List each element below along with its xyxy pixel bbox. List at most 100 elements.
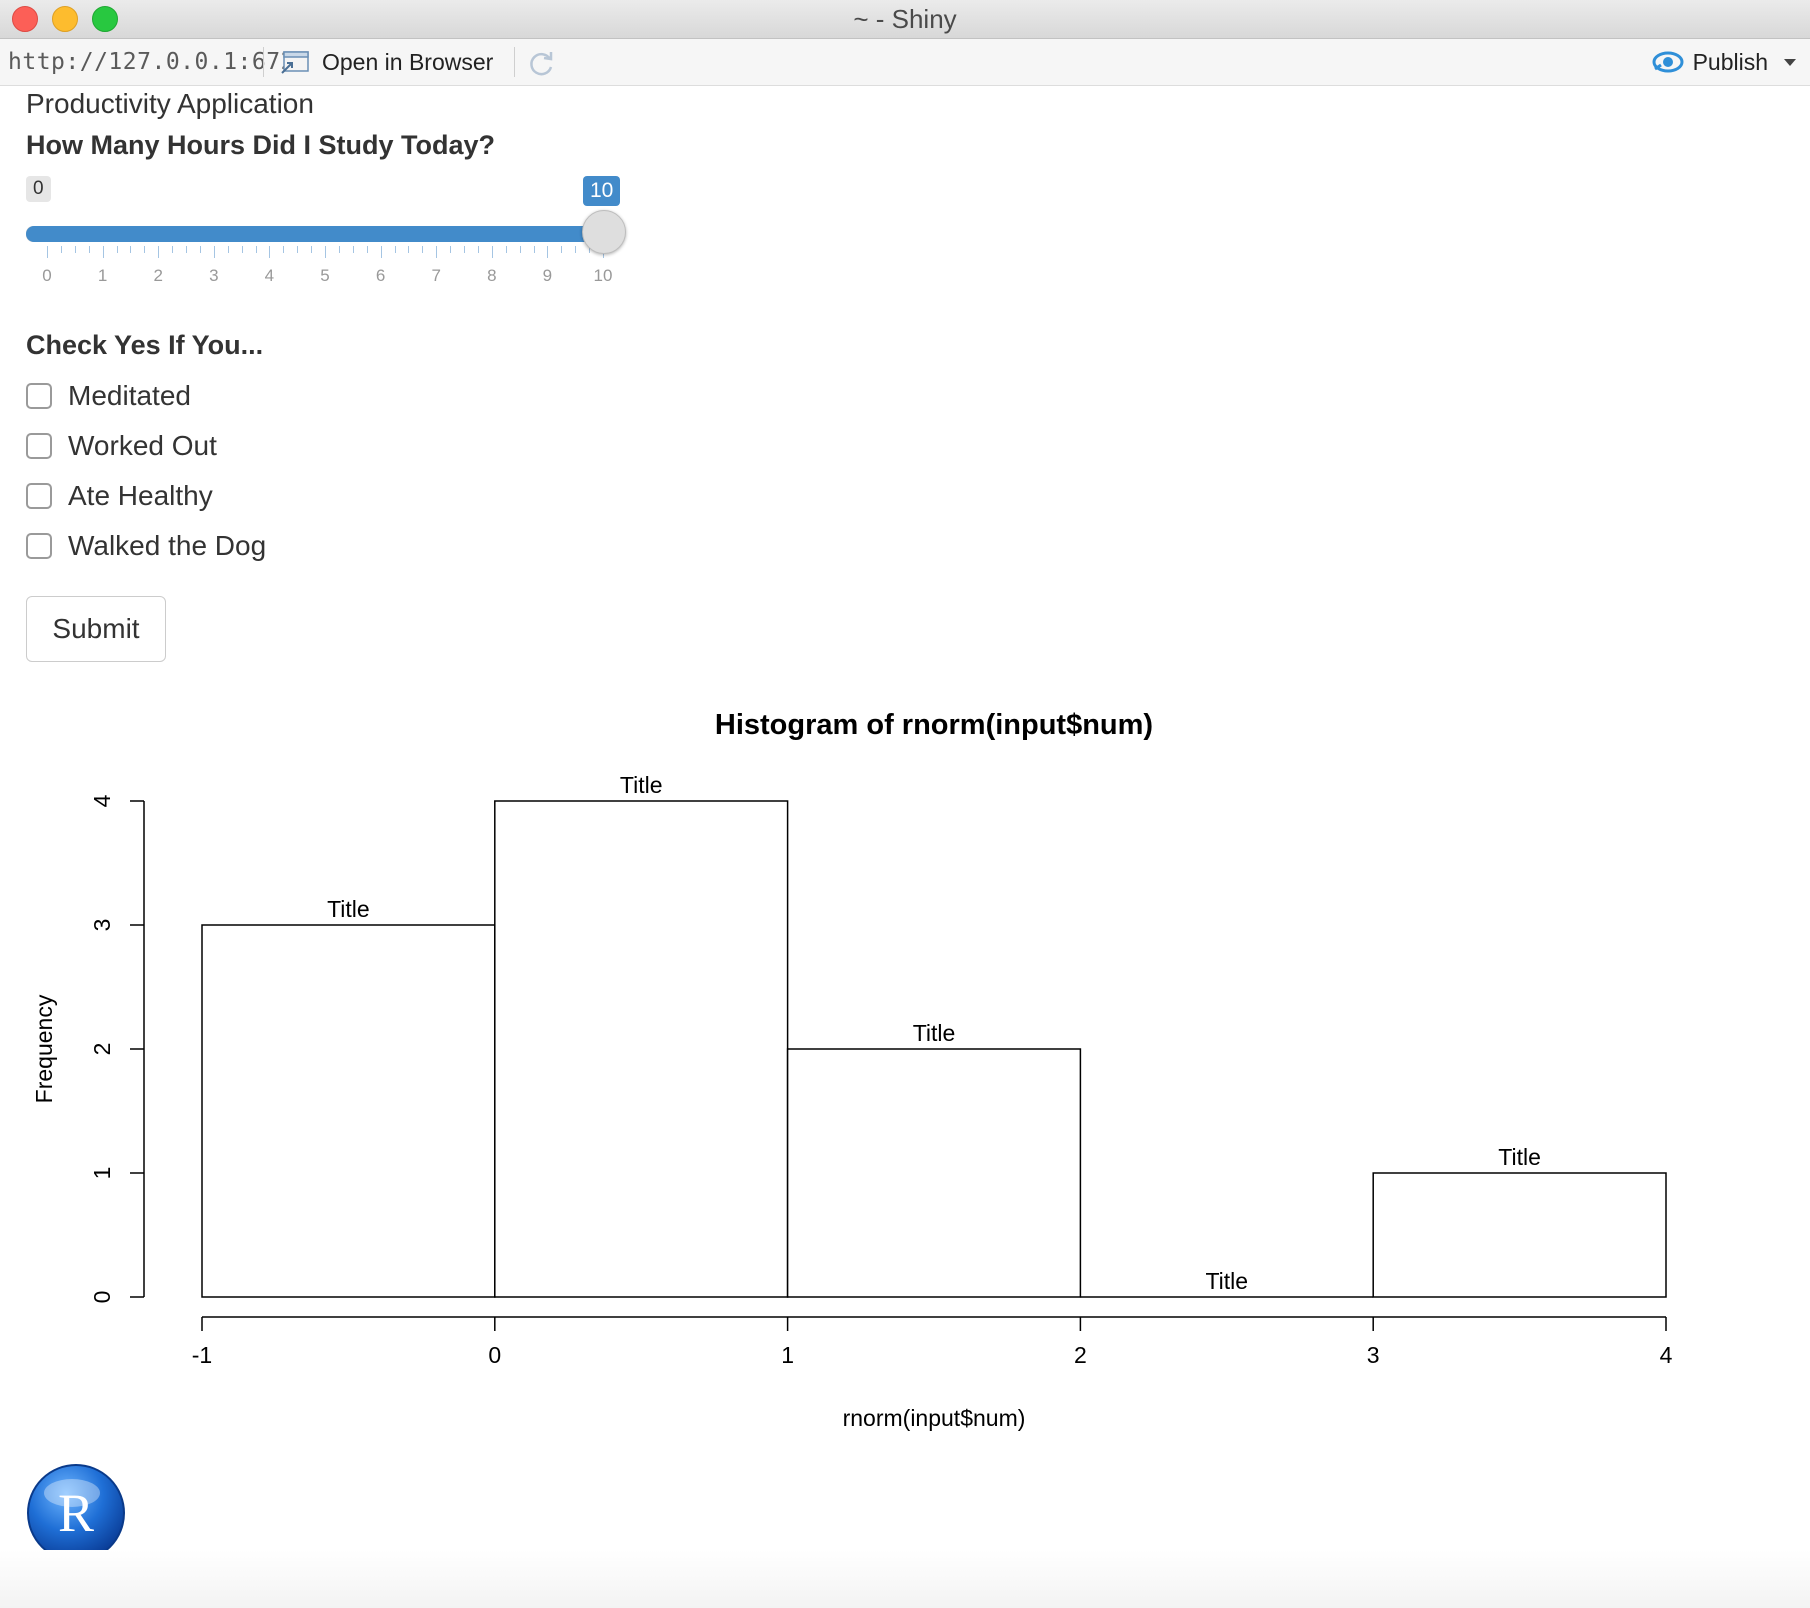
- slider-tick: [561, 246, 563, 253]
- checkbox-label: Walked the Dog: [68, 530, 267, 561]
- bar-label: Title: [620, 772, 663, 798]
- slider-tick: [547, 246, 549, 258]
- viewer-bottom: [0, 1550, 1810, 1608]
- chart-title: Histogram of rnorm(input$num): [715, 709, 1153, 741]
- slider-tick: [269, 246, 271, 258]
- histogram-bar: [494, 800, 789, 1298]
- slider-tick: [102, 246, 104, 258]
- slider-tick: [158, 246, 160, 258]
- submit-button[interactable]: Submit: [26, 596, 166, 662]
- x-tick-label: 2: [1074, 1342, 1087, 1368]
- checkbox-label: Worked Out: [68, 430, 217, 461]
- open-in-browser-button[interactable]: Open in Browser: [280, 45, 493, 79]
- app-title: Productivity Application: [26, 88, 314, 119]
- checkbox-box[interactable]: [26, 383, 52, 409]
- title-bar: ~ - Shiny: [0, 0, 1810, 39]
- slider-tick-label: 5: [320, 266, 330, 285]
- slider-tick-label: 8: [487, 266, 497, 285]
- slider-tick-label: 4: [264, 266, 275, 285]
- slider-tick-label: 9: [542, 266, 553, 285]
- slider-tick: [464, 246, 465, 253]
- slider-tick: [60, 246, 62, 253]
- x-tick-label: 3: [1367, 1342, 1380, 1368]
- slider-tick: [436, 246, 438, 258]
- slider-tick-label: 1: [97, 266, 108, 285]
- bar-label: Title: [1498, 1144, 1541, 1170]
- slider-tick: [213, 246, 215, 258]
- checkbox-walked-the-dog[interactable]: Walked the Dog: [26, 530, 266, 562]
- slider-tick: [255, 246, 257, 253]
- refresh-icon[interactable]: [525, 47, 557, 79]
- slider-tick: [144, 246, 146, 253]
- slider-tick: [241, 246, 243, 253]
- toolbar-separator: [263, 47, 264, 77]
- toolbar-separator: [514, 47, 515, 77]
- slider-tick: [297, 246, 299, 253]
- checkbox-worked-out[interactable]: Worked Out: [26, 430, 217, 462]
- slider-tick: [505, 246, 507, 253]
- slider-tick-label: 0: [42, 266, 52, 285]
- checkbox-label: Ate Healthy: [68, 480, 213, 511]
- checkbox-box[interactable]: [26, 533, 52, 559]
- y-tick-label: 0: [89, 1291, 115, 1304]
- slider-tick: [533, 246, 535, 253]
- slider-tick: [519, 246, 521, 253]
- slider-value-label: 10: [583, 176, 621, 206]
- slider-tick: [408, 246, 410, 253]
- bar-label: Title: [1205, 1268, 1248, 1294]
- x-tick-label: 0: [488, 1342, 501, 1368]
- slider-tick: [311, 246, 313, 253]
- checkbox-group-label: Check Yes If You...: [26, 330, 264, 360]
- checkbox-ate-healthy[interactable]: Ate Healthy: [26, 480, 213, 512]
- slider-tick: [477, 246, 479, 253]
- slider-tick: [338, 246, 340, 253]
- slider-tick: [380, 246, 382, 258]
- x-tick-label: -1: [192, 1342, 212, 1368]
- y-tick-label: 2: [89, 1043, 115, 1056]
- checkbox-box[interactable]: [26, 433, 52, 459]
- slider-label: How Many Hours Did I Study Today?: [26, 130, 496, 160]
- histogram-plot: Histogram of rnorm(input$num) Title Title T…: [31, 709, 1673, 1431]
- slider-tick: [491, 246, 493, 258]
- histogram-bar: [201, 924, 496, 1298]
- open-browser-icon: [281, 51, 309, 74]
- slider-tick: [422, 246, 424, 253]
- url-text[interactable]: http://127.0.0.1:6720: [8, 49, 309, 75]
- slider-tick: [47, 246, 48, 258]
- y-axis-label: Frequency: [31, 994, 57, 1103]
- slider-handle[interactable]: [582, 210, 626, 254]
- slider-tick-label: 7: [431, 266, 441, 285]
- slider-tick-label: 6: [375, 266, 386, 285]
- slider-tick: [199, 246, 201, 253]
- slider-tick: [116, 246, 118, 253]
- slider-fill: [26, 226, 603, 242]
- chevron-down-icon[interactable]: [1784, 58, 1796, 66]
- checkbox-box[interactable]: [26, 483, 52, 509]
- y-tick-label: 1: [89, 1167, 115, 1180]
- open-in-browser-label: Open in Browser: [322, 48, 494, 75]
- slider-tick: [186, 246, 187, 253]
- histogram-bar: [1372, 1172, 1667, 1298]
- publish-icon: [1652, 51, 1684, 73]
- r-logo-icon: R: [27, 1464, 125, 1562]
- x-axis-label: rnorm(input$num): [843, 1405, 1026, 1431]
- slider-min-label: 0: [26, 176, 51, 202]
- histogram-bar: [786, 1048, 1082, 1298]
- x-tick-label: 1: [781, 1342, 794, 1368]
- svg-text:R: R: [58, 1483, 94, 1543]
- slider-tick: [325, 246, 326, 258]
- slider-tick-label: 2: [153, 266, 163, 285]
- rstudio-viewer-window: ~ - Shiny http://127.0.0.1:6720 Open in …: [0, 0, 1810, 1608]
- slider-tick: [227, 246, 229, 253]
- slider-tick: [88, 246, 90, 253]
- bar-label: Title: [327, 896, 370, 922]
- slider-tick: [394, 246, 396, 253]
- slider-tick: [450, 246, 452, 253]
- hours-slider[interactable]: 0 10 0 1 2 3 4 5 6 7 8 9 10: [26, 176, 626, 286]
- slider-tick: [74, 246, 76, 253]
- publish-button[interactable]: Publish: [1651, 45, 1796, 79]
- x-tick-label: 4: [1660, 1342, 1673, 1368]
- slider-tick-label: 3: [209, 266, 219, 285]
- checkbox-meditated[interactable]: Meditated: [26, 380, 191, 412]
- slider-tick: [172, 246, 174, 253]
